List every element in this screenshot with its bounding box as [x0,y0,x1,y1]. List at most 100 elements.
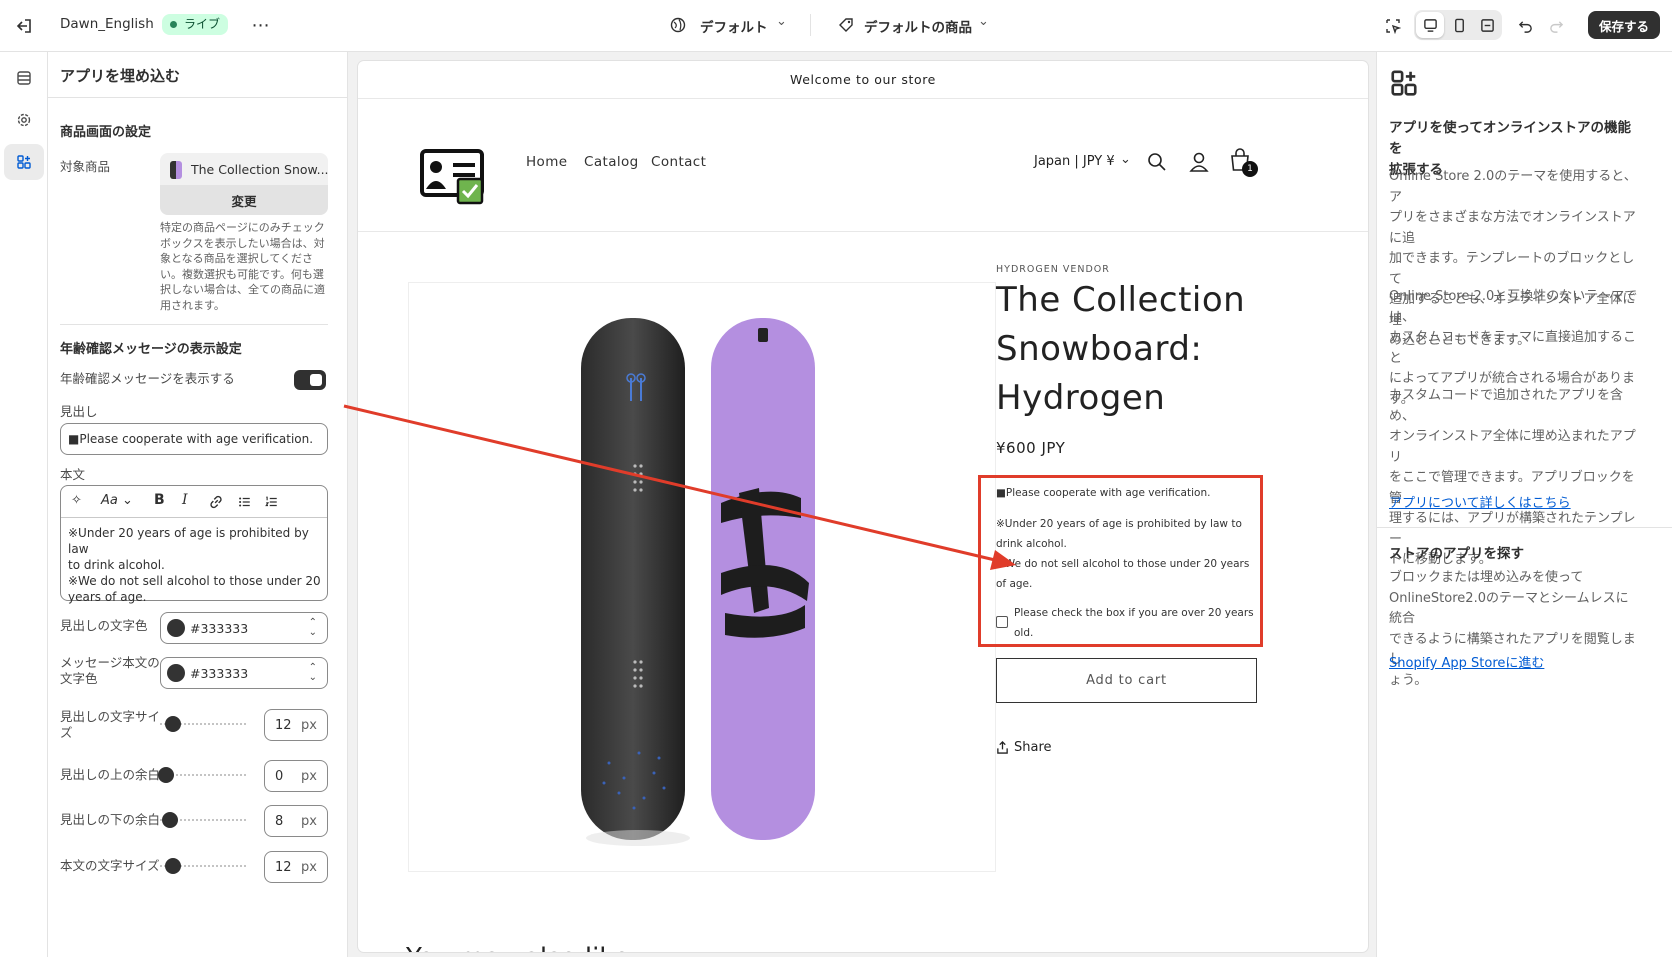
undo-icon[interactable] [1512,13,1538,39]
link-icon[interactable] [207,493,225,511]
help-line: い。複数選択も可能です。何も選 [160,267,324,281]
body-line: to drink alcohol. [68,558,165,572]
redo-icon[interactable] [1543,13,1569,39]
left-rail [0,52,48,957]
body-size-slider-handle[interactable] [165,858,181,874]
italic-icon[interactable]: I [182,492,188,508]
live-badge-label: ライブ [184,17,221,31]
share-icon[interactable] [994,739,1010,755]
store-name: Dawn_English [60,16,154,32]
product-vendor: HYDROGEN VENDOR [996,264,1110,275]
product-title: The Collection Snowboard: Hydrogen [996,276,1245,423]
rich-text-editor[interactable]: ✧ Aa ⌄ B I ※Under 20 years of age is pro… [60,485,328,604]
help-line: 択しない場合は、全ての商品に適 [160,283,325,296]
desktop-icon[interactable] [1416,12,1444,38]
fullscreen-icon[interactable] [1473,12,1501,38]
line: ブロックまたは埋め込みを使って [1389,570,1584,585]
select-arrows-icon: ⌃ ⌄ [308,617,317,638]
body-line: ※We do not sell alcohol to those under 2… [68,574,321,588]
chevron-down-icon: ⌄ [978,14,989,29]
editor-body: ※Under 20 years of age is prohibited by … [68,525,323,605]
body-line: years of age. [68,590,147,604]
age-section-heading: 年齢確認メッセージの表示設定 [60,342,242,357]
divider [810,14,811,36]
nav-home[interactable]: Home [526,154,567,170]
panel-title: アプリを埋め込む [60,67,181,85]
heading-input[interactable]: ■Please cooperate with age verification. [60,423,328,455]
related-heading-partial: You may also like [406,943,629,952]
tag-icon [836,15,856,35]
app-blocks-icon [1387,66,1421,100]
numbered-list-icon[interactable] [262,493,280,511]
change-button[interactable]: 変更 [160,185,328,215]
settings-panel: アプリを埋め込む 商品画面の設定 対象商品 The Collection Sno… [48,52,348,957]
heading-bottom-label: 見出しの下の余白 [60,812,161,827]
heading-size-label: 見出しの文字サイ [60,709,161,724]
heading-input-value: ■Please cooperate with age verification. [68,432,314,446]
show-toggle-label: 年齢確認メッセージを表示する [60,371,235,386]
help-line: ボックスを表示したい場合は、対 [160,236,325,250]
title-line: The Collection [996,280,1246,320]
store-logo[interactable] [420,149,486,205]
find-apps-heading: ストアのアプリを探す [1389,546,1524,562]
currency-selector[interactable]: Japan | JPY ¥ [1034,154,1115,169]
line: オンラインストア全体に埋め込まれたアプリ [1389,429,1636,465]
help-line: 象となる商品を選択してくださ [160,252,314,265]
product-image[interactable] [408,282,996,872]
mobile-icon[interactable] [1445,12,1473,38]
help-line: 特定の商品ページにのみチェック [160,221,325,234]
annotation-highlight-box [978,475,1263,647]
font-style-icon[interactable]: Aa ⌄ [101,493,133,508]
app-embeds-icon[interactable] [4,144,44,180]
bold-icon[interactable]: B [154,492,165,508]
store-preview: Welcome to our store Home Catalog Contac… [358,61,1368,952]
heading-size-label: ズ [60,725,73,740]
nav-contact[interactable]: Contact [651,154,706,170]
body-color-picker[interactable]: #333333 ⌃ ⌄ [160,657,328,689]
body-label: 本文 [60,467,86,482]
body-color-label: 文字色 [60,671,98,686]
more-icon[interactable]: ⋯ [248,13,274,37]
heading-color-picker[interactable]: #333333 ⌃ ⌄ [160,612,328,644]
divider [60,324,328,325]
sections-icon[interactable] [8,62,40,94]
add-to-cart-button[interactable]: Add to cart [996,658,1257,703]
heading-top-input[interactable]: 0 px [264,760,328,792]
inspector-icon[interactable] [1380,13,1406,39]
toggle-knob [310,374,322,386]
top-bar: Dawn_English ライブ ⋯ デフォルト ⌄ デフォルトの商品 ⌄ 保存… [0,0,1672,52]
account-icon[interactable] [1188,150,1210,174]
help-line: 用されます。 [160,298,225,312]
line: カスタムコードで追加されたアプリを含め、 [1389,388,1624,424]
value: 0 [275,769,284,784]
unit: px [301,769,317,784]
line: 加できます。テンプレートのブロックとして [1389,251,1635,287]
heading-size-slider-handle[interactable] [165,716,181,732]
line: プリをさまざまな方法でオンラインストアに追 [1389,210,1636,246]
ai-magic-icon[interactable]: ✧ [71,493,82,508]
body-size-input[interactable]: 12 px [264,851,328,883]
app-store-link[interactable]: Shopify App Storeに進む [1389,652,1544,671]
exit-icon[interactable] [12,14,36,38]
color-swatch [167,664,185,682]
theme-select[interactable]: デフォルト [700,16,768,36]
learn-about-apps-link[interactable]: アプリについて詳しくはこちら [1389,492,1571,511]
heading-size-input[interactable]: 12 px [264,709,328,741]
share-link[interactable]: Share [1014,740,1052,755]
search-icon[interactable] [1146,151,1168,173]
body-size-label: 本文の文字サイズ [60,858,160,873]
template-select[interactable]: デフォルトの商品 [864,16,972,36]
show-message-toggle[interactable] [294,370,326,390]
chevron-down-icon: ⌄ [1120,152,1131,167]
bullet-list-icon[interactable] [235,493,253,511]
heading-top-slider-handle[interactable] [158,767,174,783]
product-price: ¥600 JPY [996,439,1066,457]
heading-bottom-slider-handle[interactable] [162,812,178,828]
value: 8 [275,814,284,829]
heading-bottom-input[interactable]: 8 px [264,805,328,837]
nav-catalog[interactable]: Catalog [584,154,639,170]
line: OnlineStore2.0のテーマとシームレスに統合 [1389,590,1629,627]
settings-gear-icon[interactable] [8,104,40,136]
save-button[interactable]: 保存する [1588,11,1660,39]
color-swatch [167,619,185,637]
